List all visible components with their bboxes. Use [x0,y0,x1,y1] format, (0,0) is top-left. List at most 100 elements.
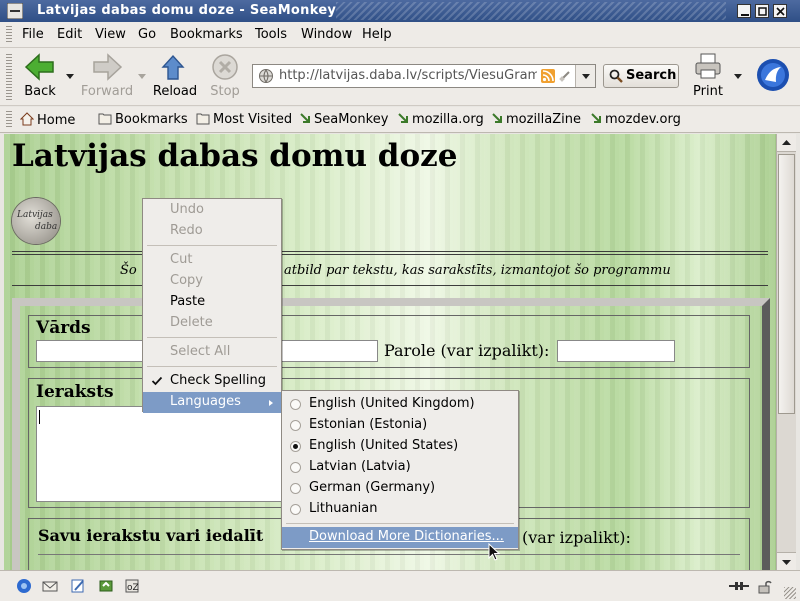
bookmark-mozdev-org[interactable]: mozdev.org [590,112,681,127]
svg-text:oZ: oZ [127,583,139,593]
irc-chat-icon[interactable] [98,578,114,594]
url-text[interactable]: http://latvijas.daba.lv/scripts/ViesuGra… [279,68,537,83]
context-copy[interactable]: Copy [143,271,281,292]
reload-icon [161,54,185,80]
context-cut[interactable]: Cut [143,250,281,271]
seamonkey-throbber-icon[interactable] [756,58,790,92]
security-lock-icon[interactable] [756,578,772,594]
forward-button[interactable]: Forward [80,52,134,99]
bookmark-mozdev-org-label: mozdev.org [605,112,681,127]
rss-feed-icon[interactable] [541,69,555,83]
language-item[interactable]: English (United Kingdom) [282,394,518,415]
bookmark-mozilla-org[interactable]: mozilla.org [397,112,484,127]
search-button[interactable]: Search [603,64,679,88]
search-label: Search [626,68,677,83]
language-item[interactable]: Latvian (Latvia) [282,457,518,478]
menu-bookmarks-label: Bookmarks [170,27,243,42]
menu-tools[interactable]: Tools [255,27,287,42]
menu-bookmarks[interactable]: Bookmarks [170,27,243,42]
print-dropdown-icon[interactable] [734,74,742,79]
security-icon [559,71,570,82]
download-more-dictionaries[interactable]: Download More Dictionaries... [282,527,518,548]
site-logo: Latvijas daba [12,198,60,244]
radio-icon [290,462,301,473]
seamonkey-app-icon[interactable] [7,3,23,19]
bookbar-grip[interactable] [6,111,12,129]
bookmark-seamonkey-label: SeaMonkey [314,112,389,127]
forward-label: Forward [80,84,134,99]
composer-icon[interactable] [70,578,86,594]
mail-icon[interactable] [42,578,58,594]
context-check-spelling[interactable]: Check Spelling [143,371,281,392]
stop-button[interactable]: Stop [204,52,246,99]
menu-go-label: Go [138,27,157,42]
menu-separator [147,366,277,367]
bookmark-most-visited-label: Most Visited [213,112,293,127]
maximize-button[interactable] [755,4,769,18]
bookmark-icon [492,113,502,123]
context-undo[interactable]: Undo [143,200,281,221]
stop-label: Stop [210,84,240,99]
language-item[interactable]: German (Germany) [282,478,518,499]
reload-label: Reload [152,84,198,99]
print-button[interactable]: Print [688,52,728,99]
share-divider [38,554,740,555]
language-label: German (Germany) [309,480,436,495]
context-select-all[interactable]: Select All [143,342,281,363]
bookmark-bookmarks-label: Bookmarks [115,112,188,127]
password-input[interactable] [557,340,675,362]
entry-textarea[interactable] [36,406,286,502]
bookmark-most-visited[interactable]: Most Visited [196,112,292,127]
back-button[interactable]: Back [18,52,62,99]
menu-file[interactable]: File [22,27,44,42]
close-button[interactable] [773,4,787,18]
menu-go[interactable]: Go [138,27,156,42]
language-item[interactable]: Lithuanian [282,499,518,520]
back-dropdown-icon[interactable] [66,74,74,79]
bookmark-seamonkey[interactable]: SeaMonkey [299,112,388,127]
menu-help[interactable]: Help [362,27,392,42]
language-item[interactable]: English (United States) [282,436,518,457]
back-arrow-icon [24,53,54,81]
checkmark-icon [151,376,163,386]
context-delete[interactable]: Delete [143,313,281,334]
menu-view[interactable]: View [95,27,126,42]
language-item[interactable]: Estonian (Estonia) [282,415,518,436]
context-languages[interactable]: Languages [143,392,281,413]
bookmark-bookmarks-folder[interactable]: Bookmarks [98,112,188,127]
menubar-grip[interactable] [6,26,12,44]
forward-arrow-icon [93,53,123,81]
navigator-icon[interactable] [16,578,32,594]
menu-window[interactable]: Window [301,27,352,42]
radio-icon [290,504,301,515]
bookmark-home[interactable]: Home [20,112,75,128]
bookmark-mozillazine[interactable]: mozillaZine [491,112,581,127]
context-redo[interactable]: Redo [143,221,281,242]
context-redo-label: Redo [170,223,203,238]
scrollbar-thumb[interactable] [778,154,795,414]
home-icon [20,112,34,126]
mouse-pointer-icon [488,543,501,561]
radio-icon [290,420,301,431]
menu-help-label: Help [362,27,392,42]
radio-icon [290,483,301,494]
scroll-up-button[interactable] [777,134,796,152]
context-paste[interactable]: Paste [143,292,281,313]
online-status-icon[interactable] [728,578,750,594]
scroll-down-button[interactable] [777,552,796,570]
bookmark-mozilla-org-label: mozilla.org [412,112,484,127]
vertical-scrollbar[interactable] [776,134,796,570]
menu-separator [147,245,277,246]
url-bar[interactable]: http://latvijas.daba.lv/scripts/ViesuGra… [252,64,596,88]
reload-button[interactable]: Reload [152,52,198,99]
navbar-grip[interactable] [6,54,12,100]
resize-grip[interactable] [784,587,796,599]
forward-dropdown-icon[interactable] [138,74,146,79]
bookmark-home-label: Home [37,113,76,128]
url-history-dropdown[interactable] [575,65,595,87]
address-book-icon[interactable]: oZ [124,578,140,594]
chevron-down-icon [582,74,590,79]
menu-edit[interactable]: Edit [57,27,82,42]
minimize-button[interactable] [737,4,751,18]
menu-bar: File Edit View Go Bookmarks Tools Window… [0,22,800,48]
